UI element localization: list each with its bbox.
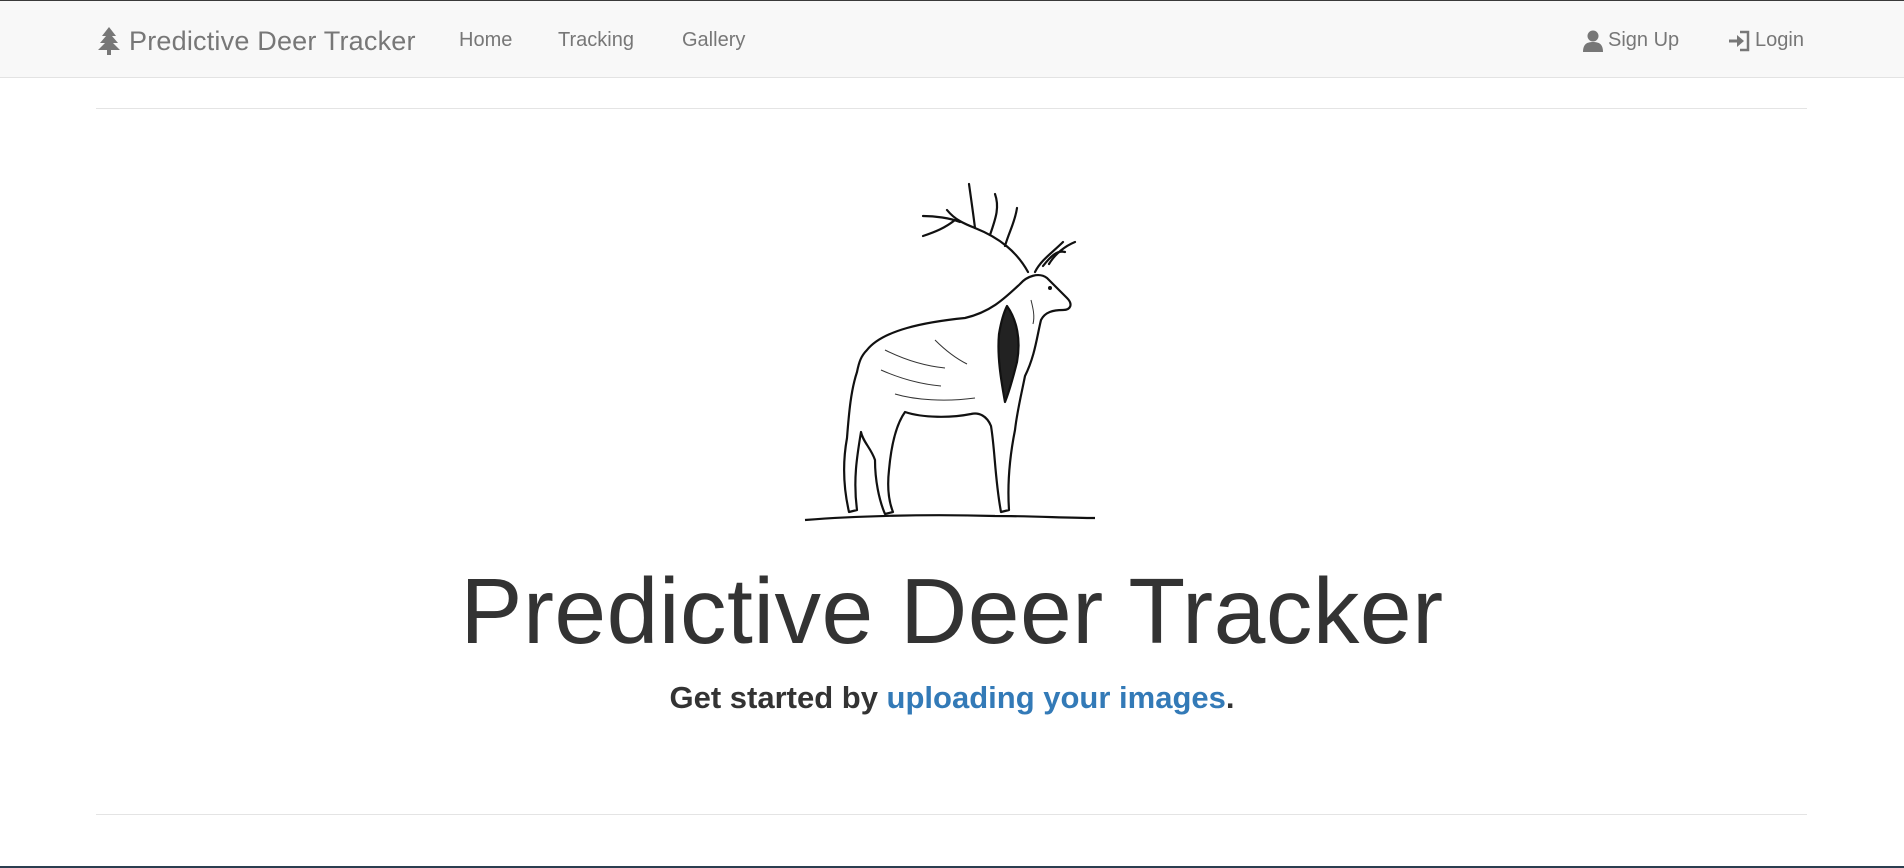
nav-gallery[interactable]: Gallery [682, 29, 745, 52]
elk-illustration [804, 182, 1096, 522]
navbar-brand[interactable]: Predictive Deer Tracker [97, 25, 416, 57]
nav-login[interactable]: Login [1728, 29, 1804, 52]
upload-images-link[interactable]: uploading your images [887, 680, 1226, 715]
nav-tracking-label: Tracking [558, 29, 634, 51]
navbar: Predictive Deer Tracker Home Tracking Ga… [0, 1, 1904, 78]
login-icon [1729, 30, 1750, 51]
login-label: Login [1755, 29, 1804, 51]
tagline-suffix: . [1225, 680, 1235, 715]
nav-sign-up[interactable]: Sign Up [1583, 29, 1679, 52]
sign-up-label: Sign Up [1608, 29, 1680, 51]
tree-icon [98, 27, 120, 55]
bottom-divider [96, 814, 1807, 815]
hero-tagline: Get started by uploading your images. [0, 680, 1904, 716]
nav-home[interactable]: Home [459, 29, 512, 52]
nav-gallery-label: Gallery [682, 29, 746, 51]
nav-tracking[interactable]: Tracking [558, 29, 634, 52]
user-icon [1583, 30, 1603, 52]
nav-home-label: Home [459, 29, 513, 51]
brand-text: Predictive Deer Tracker [129, 25, 416, 56]
top-divider [96, 108, 1807, 109]
tagline-prefix: Get started by [669, 680, 887, 715]
hero-title: Predictive Deer Tracker [460, 559, 1444, 663]
